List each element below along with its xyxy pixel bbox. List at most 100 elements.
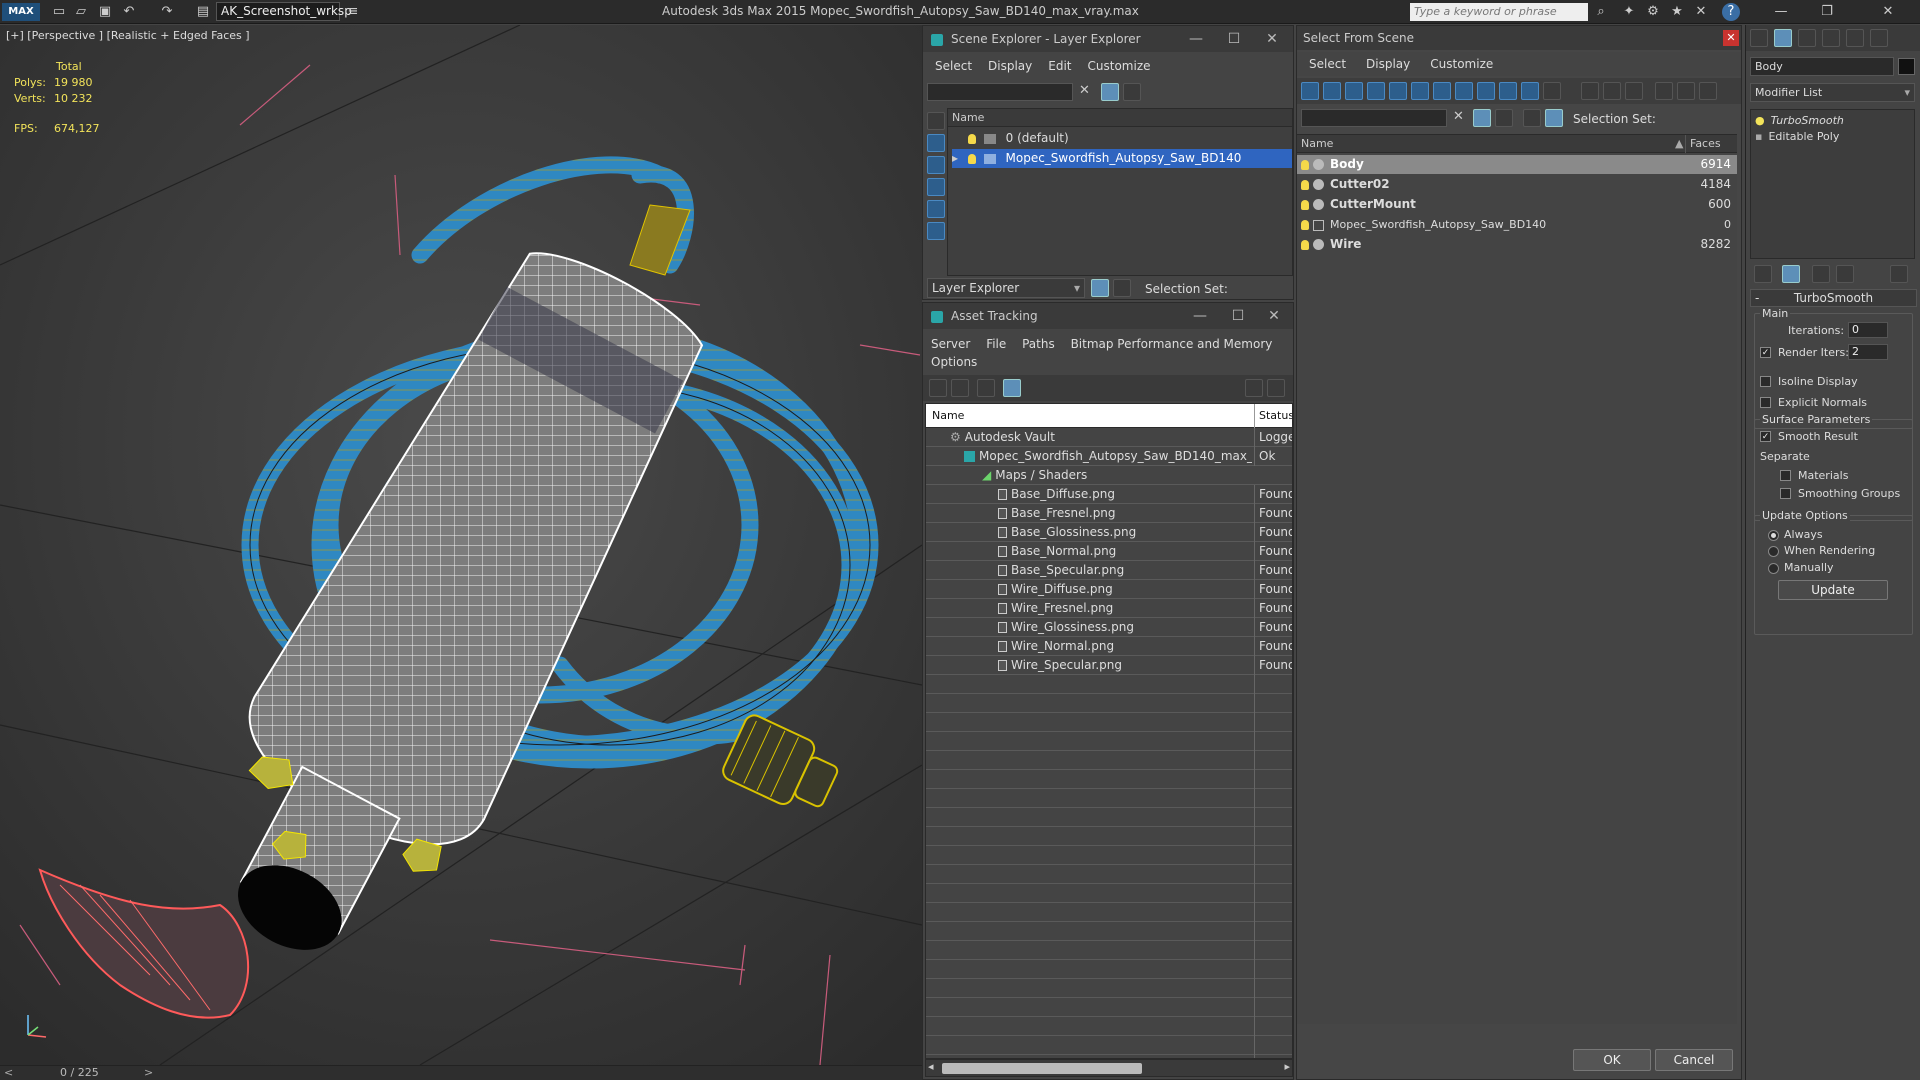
undo-icon[interactable]: ↶ bbox=[120, 3, 138, 21]
sfs-filter-xrefs-icon[interactable] bbox=[1455, 82, 1473, 100]
sfs-filter-bones-icon[interactable] bbox=[1477, 82, 1495, 100]
stack-item-turbosmooth[interactable]: ● TurboSmooth bbox=[1755, 114, 1844, 127]
at-menu-server[interactable]: Server bbox=[931, 337, 970, 351]
smooth-result-checkbox[interactable]: ✓ bbox=[1760, 431, 1771, 442]
sfs-filter-active-icon[interactable] bbox=[1473, 109, 1491, 127]
modify-tab-icon[interactable] bbox=[1774, 29, 1792, 47]
at-thumbnail-icon[interactable] bbox=[977, 379, 995, 397]
at-settings-icon[interactable] bbox=[1267, 379, 1285, 397]
update-manually-radio[interactable] bbox=[1768, 563, 1779, 574]
scene-explorer-minimize-button[interactable]: — bbox=[1181, 26, 1211, 52]
close-search-icon[interactable]: ✕ bbox=[1692, 3, 1710, 21]
sfs-menu-select[interactable]: Select bbox=[1309, 57, 1346, 71]
sfs-filter-groups-icon[interactable] bbox=[1433, 82, 1451, 100]
table-row[interactable]: ◢ Maps / Shaders bbox=[926, 466, 1292, 485]
sfs-layer-mode-icon[interactable] bbox=[1523, 109, 1541, 127]
object-visibility-icon[interactable] bbox=[1301, 159, 1309, 170]
binoculars-icon[interactable]: ⌕ bbox=[1592, 3, 1610, 21]
se-layers-icon[interactable] bbox=[1123, 83, 1141, 101]
stack-item-editable-poly[interactable]: ▪ Editable Poly bbox=[1755, 130, 1839, 143]
table-row[interactable]: ⚙Autodesk Vault Logged bbox=[926, 428, 1292, 447]
at-refresh-icon[interactable] bbox=[929, 379, 947, 397]
sfs-menu-display[interactable]: Display bbox=[1366, 57, 1410, 71]
sfs-search-input[interactable] bbox=[1301, 109, 1447, 127]
at-column-status[interactable]: Status bbox=[1254, 404, 1292, 428]
object-visibility-icon[interactable] bbox=[1301, 239, 1309, 250]
object-name-input[interactable]: Body bbox=[1750, 57, 1894, 76]
sfs-filter-funnel-icon[interactable] bbox=[1655, 82, 1673, 100]
se-column-name[interactable]: Name bbox=[948, 109, 1292, 127]
se-menu-display[interactable]: Display bbox=[988, 59, 1032, 73]
table-row[interactable]: Base_Diffuse.png Found bbox=[926, 485, 1292, 504]
table-row[interactable]: Wire_Fresnel.png Found bbox=[926, 599, 1292, 618]
favorites-icon[interactable]: ★ bbox=[1668, 3, 1686, 21]
se-filter-icon[interactable] bbox=[1101, 83, 1119, 101]
open-file-icon[interactable]: ▱ bbox=[72, 3, 90, 21]
se-hierarchy-icon[interactable] bbox=[1113, 279, 1131, 297]
scroll-left-icon[interactable]: ◂ bbox=[928, 1060, 934, 1073]
se-display-cameras-icon[interactable] bbox=[927, 200, 945, 218]
scene-explorer-titlebar[interactable]: Scene Explorer - Layer Explorer — ☐ ✕ bbox=[923, 26, 1293, 52]
at-minimize-button[interactable]: — bbox=[1185, 303, 1215, 329]
turbosmooth-rollout-header[interactable]: - TurboSmooth bbox=[1750, 289, 1917, 307]
timeline-bar[interactable]: < 0 / 225 > bbox=[0, 1065, 922, 1080]
scroll-right-icon[interactable]: ▸ bbox=[1284, 1060, 1290, 1073]
subscription-icon[interactable]: ⚙ bbox=[1644, 3, 1662, 21]
scroll-thumb[interactable] bbox=[942, 1063, 1142, 1074]
sfs-filter-spacewarps-icon[interactable] bbox=[1411, 82, 1429, 100]
se-layer-mode-icon[interactable] bbox=[1091, 279, 1109, 297]
table-row[interactable]: Base_Fresnel.png Found bbox=[926, 504, 1292, 523]
sfs-filter-geometry-icon[interactable] bbox=[1301, 82, 1319, 100]
sfs-filter-frozen-icon[interactable] bbox=[1521, 82, 1539, 100]
minimize-button[interactable]: — bbox=[1766, 3, 1796, 21]
object-visibility-icon[interactable] bbox=[1301, 220, 1309, 230]
utilities-tab-icon[interactable] bbox=[1870, 29, 1888, 47]
make-unique-icon[interactable] bbox=[1812, 265, 1830, 283]
se-explorer-type-dropdown[interactable]: Layer Explorer ▾ bbox=[927, 278, 1085, 298]
sort-ascending-icon[interactable]: ▲ bbox=[1675, 135, 1683, 153]
timeline-frame-counter[interactable]: 0 / 225 bbox=[60, 1066, 99, 1079]
table-row[interactable]: Wire_Specular.png Found bbox=[926, 656, 1292, 675]
smoothing-groups-checkbox[interactable] bbox=[1780, 488, 1791, 499]
sfs-hierarchy-mode-icon[interactable] bbox=[1545, 109, 1563, 127]
object-color-swatch[interactable] bbox=[1898, 58, 1915, 75]
se-search-input[interactable] bbox=[927, 83, 1073, 101]
sfs-object-row[interactable]: Cutter02 4184 bbox=[1297, 175, 1737, 194]
at-menu-bitmap-performance[interactable]: Bitmap Performance and Memory bbox=[1071, 337, 1273, 351]
se-menu-select[interactable]: Select bbox=[935, 59, 972, 73]
render-iters-checkbox[interactable]: ✓ bbox=[1760, 347, 1771, 358]
timeline-prev-icon[interactable]: < bbox=[4, 1066, 13, 1079]
restore-button[interactable]: ❐ bbox=[1812, 3, 1842, 21]
modifier-list-dropdown[interactable]: Modifier List ▾ bbox=[1750, 83, 1915, 102]
table-row[interactable]: Wire_Diffuse.png Found bbox=[926, 580, 1292, 599]
sfs-filter-shapes-icon[interactable] bbox=[1323, 82, 1341, 100]
se-clear-search-icon[interactable]: ✕ bbox=[1079, 83, 1090, 98]
isoline-display-checkbox[interactable] bbox=[1760, 376, 1771, 387]
table-row[interactable]: Base_Normal.png Found bbox=[926, 542, 1292, 561]
sfs-filter-hidden-icon[interactable] bbox=[1543, 82, 1561, 100]
se-display-helpers-icon[interactable] bbox=[927, 222, 945, 240]
at-maximize-button[interactable]: ☐ bbox=[1223, 303, 1253, 329]
sfs-object-row[interactable]: Mopec_Swordfish_Autopsy_Saw_BD140 0 bbox=[1297, 215, 1737, 234]
se-display-shapes-icon[interactable] bbox=[927, 156, 945, 174]
close-button[interactable]: ✕ bbox=[1868, 3, 1908, 21]
search-input[interactable]: Type a keyword or phrase bbox=[1410, 3, 1588, 21]
sfs-select-none-icon[interactable] bbox=[1603, 82, 1621, 100]
save-icon[interactable]: ▣ bbox=[96, 3, 114, 21]
sfs-titlebar[interactable]: Select From Scene ✕ bbox=[1297, 26, 1741, 50]
workspace-dropdown[interactable]: AK_Screenshot_wrksp bbox=[216, 2, 352, 21]
table-row[interactable]: Wire_Normal.png Found bbox=[926, 637, 1292, 656]
at-menu-options[interactable]: Options bbox=[931, 355, 977, 369]
table-row[interactable]: Base_Glossiness.png Found bbox=[926, 523, 1292, 542]
asset-tracking-titlebar[interactable]: Asset Tracking — ☐ ✕ bbox=[923, 303, 1293, 329]
new-file-icon[interactable]: ▭ bbox=[50, 3, 68, 21]
se-menu-edit[interactable]: Edit bbox=[1048, 59, 1071, 73]
at-menu-file[interactable]: File bbox=[986, 337, 1006, 351]
scene-explorer-close-button[interactable]: ✕ bbox=[1257, 26, 1287, 52]
sfs-select-invert-icon[interactable] bbox=[1625, 82, 1643, 100]
sfs-cancel-button[interactable]: Cancel bbox=[1655, 1049, 1733, 1071]
render-iters-spinner[interactable]: 2 bbox=[1848, 344, 1888, 360]
stack-expand-icon[interactable]: ▪ bbox=[1755, 130, 1762, 143]
se-display-lights-icon[interactable] bbox=[927, 178, 945, 196]
at-close-button[interactable]: ✕ bbox=[1259, 303, 1289, 329]
